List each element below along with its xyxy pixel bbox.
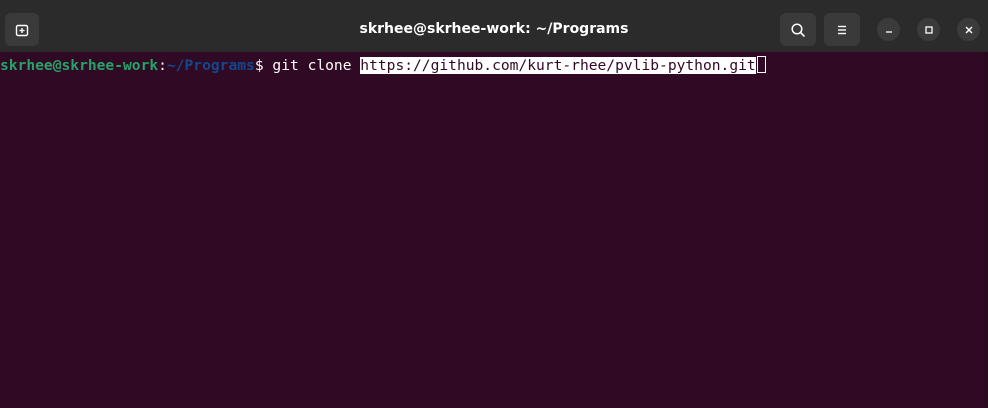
minimize-icon bbox=[884, 25, 894, 35]
minimize-button[interactable] bbox=[877, 18, 900, 41]
text-cursor bbox=[756, 56, 766, 73]
close-button[interactable] bbox=[957, 18, 980, 41]
search-icon bbox=[790, 22, 806, 38]
prompt-user-host: skrhee@skrhee-work bbox=[0, 57, 159, 74]
maximize-icon bbox=[924, 25, 934, 35]
search-button[interactable] bbox=[780, 13, 816, 46]
selected-url-text[interactable]: https://github.com/kurt-rhee/pvlib-pytho… bbox=[360, 57, 756, 74]
hamburger-menu-icon bbox=[835, 23, 849, 37]
scrollbar-track[interactable] bbox=[984, 52, 988, 408]
maximize-button[interactable] bbox=[917, 18, 940, 41]
window-title: skrhee@skrhee-work: ~/Programs bbox=[359, 21, 629, 37]
title-bar[interactable]: skrhee@skrhee-work: ~/Programs bbox=[0, 0, 988, 52]
terminal-output[interactable]: skrhee@skrhee-work:~/Programs$ git clone… bbox=[0, 52, 984, 408]
new-tab-icon bbox=[14, 22, 30, 38]
prompt-path: ~/Programs bbox=[166, 57, 255, 74]
command-line: skrhee@skrhee-work:~/Programs$ git clone… bbox=[0, 56, 766, 74]
prompt-dollar: $ bbox=[254, 57, 264, 74]
prompt-colon: : bbox=[158, 57, 167, 74]
terminal-window: skrhee@skrhee-work: ~/Programs skrhee@sk… bbox=[0, 0, 988, 408]
close-icon bbox=[964, 25, 974, 35]
typed-command: git clone bbox=[272, 57, 352, 74]
menu-button[interactable] bbox=[824, 13, 860, 46]
new-tab-button[interactable] bbox=[5, 13, 39, 46]
